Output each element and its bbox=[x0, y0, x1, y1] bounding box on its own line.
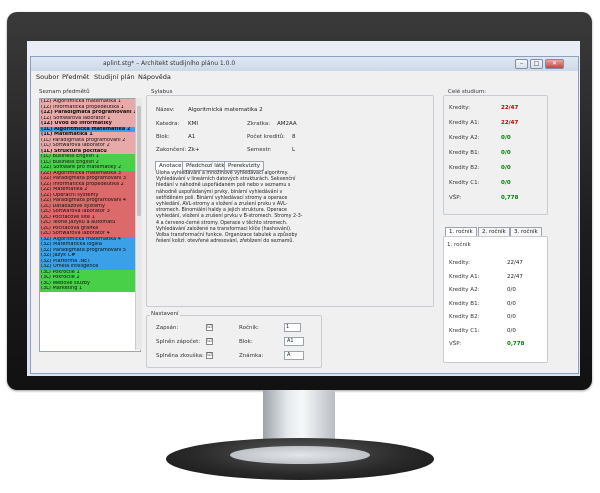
annotation-text: Úloha vyhledávání a množinové vyhledávac… bbox=[156, 171, 303, 245]
department-label: Katedra: bbox=[156, 121, 180, 127]
stat-value: 0,778 bbox=[507, 341, 525, 347]
stat-value: 22/47 bbox=[501, 120, 519, 126]
grade-label: Známka: bbox=[239, 353, 264, 359]
maximize-button[interactable]: □ bbox=[530, 59, 543, 69]
monitor-bezel: aplint.stg* – Architekt studijního plánu… bbox=[7, 12, 592, 390]
window-title: aplint.stg* – Architekt studijního plánu… bbox=[103, 60, 236, 67]
stat-label: Kredity A1: bbox=[449, 120, 480, 126]
stat-value: 22/47 bbox=[507, 260, 523, 266]
exam-passed-label: Splněna zkouška: bbox=[156, 353, 204, 359]
credit-passed-checkbox[interactable]: ☑ bbox=[206, 338, 213, 345]
stat-label: Kredity A2: bbox=[449, 135, 480, 141]
completion-label: Zakončení: bbox=[156, 147, 187, 153]
abbreviation-value: AM2AA bbox=[277, 121, 297, 127]
menu-help[interactable]: Nápověda bbox=[138, 73, 171, 81]
stat-value: 0/0 bbox=[507, 287, 516, 293]
stat-value: 0,778 bbox=[501, 195, 519, 201]
whole-study-header: Celé studium: bbox=[447, 89, 488, 95]
block-label: Blok: bbox=[156, 134, 170, 140]
block-select[interactable]: A1 bbox=[284, 337, 304, 346]
monitor-stand-top bbox=[230, 446, 370, 464]
stat-value: 0/0 bbox=[501, 180, 511, 186]
stat-value: 22/47 bbox=[507, 273, 523, 280]
abbreviation-label: Zkratka: bbox=[247, 121, 271, 127]
scrollbar-thumb[interactable] bbox=[137, 106, 141, 216]
stat-label: Kredity B1: bbox=[449, 300, 480, 307]
app-window: aplint.stg* – Architekt studijního plánu… bbox=[30, 56, 579, 374]
credits-count-value: 8 bbox=[292, 134, 296, 140]
minimize-button[interactable]: – bbox=[515, 59, 528, 69]
menu-bar: Soubor Předmět Studijní plán Nápověda bbox=[31, 71, 578, 83]
menu-study-plan[interactable]: Studijní plán bbox=[94, 73, 135, 81]
semester-label: Semestr: bbox=[247, 147, 272, 153]
stat-label: Kredity B2: bbox=[449, 314, 480, 320]
stat-label: Kredity: bbox=[449, 105, 471, 111]
stat-value: 0/0 bbox=[507, 327, 516, 334]
credits-count-label: Počet kreditů: bbox=[247, 134, 286, 140]
stat-value: 0/0 bbox=[501, 165, 511, 171]
close-button[interactable]: ✕ bbox=[545, 59, 564, 69]
stat-value: 0/0 bbox=[507, 300, 516, 307]
syllabus-header: Sylabus bbox=[150, 89, 174, 95]
stat-label: Kredity: bbox=[449, 260, 471, 266]
grade-select[interactable]: A bbox=[284, 351, 304, 360]
stat-value: 0/0 bbox=[507, 314, 516, 320]
stat-label: Kredity B2: bbox=[449, 165, 480, 171]
year-stepper[interactable]: 1 bbox=[284, 323, 301, 332]
block-value: A1 bbox=[188, 134, 196, 140]
stat-label: Kredity C1: bbox=[449, 327, 480, 334]
subject-list-item[interactable]: (3L) Marketing 1 bbox=[40, 286, 140, 292]
subject-list[interactable]: (1Z) Algoritmická matematika 1 (1Z) Infor… bbox=[39, 98, 141, 352]
monitor-screen: aplint.stg* – Architekt studijního plánu… bbox=[27, 41, 580, 376]
credit-passed-label: Splněn zápočet: bbox=[156, 339, 201, 345]
subject-list-scrollbar[interactable] bbox=[135, 98, 142, 350]
year-label: Ročník: bbox=[239, 325, 260, 331]
name-value: Algoritmická matematika 2 bbox=[188, 107, 263, 113]
stat-value: 0/0 bbox=[501, 135, 511, 141]
menu-file[interactable]: Soubor bbox=[36, 73, 59, 81]
completion-value: Zk+ bbox=[188, 147, 200, 153]
enrolled-label: Zapsán: bbox=[156, 325, 179, 331]
stat-label: VŠP: bbox=[449, 195, 462, 201]
title-bar[interactable]: aplint.stg* – Architekt studijního plánu… bbox=[31, 57, 578, 71]
stat-label: VŠP: bbox=[449, 341, 462, 347]
tab-prerequisites[interactable]: Prerekvizity bbox=[224, 161, 265, 171]
stat-label: Kredity C1: bbox=[449, 180, 480, 186]
enrolled-checkbox[interactable]: ☑ bbox=[206, 324, 213, 331]
menu-subject[interactable]: Předmět bbox=[62, 73, 89, 81]
tab-annotation[interactable]: Anotace bbox=[155, 161, 186, 171]
stat-label: Kredity B1: bbox=[449, 150, 480, 156]
year-panel-title: 1. ročník bbox=[447, 242, 471, 248]
subject-list-header: Seznam předmětů bbox=[39, 89, 90, 95]
name-label: Název: bbox=[156, 107, 175, 113]
exam-passed-checkbox[interactable]: ☑ bbox=[206, 352, 213, 359]
semester-value: L bbox=[292, 147, 296, 153]
stat-label: Kredity A2: bbox=[449, 287, 480, 293]
stat-label: Kredity A1: bbox=[449, 273, 480, 280]
settings-block-label: Blok: bbox=[239, 339, 253, 345]
stat-value: 0/0 bbox=[501, 150, 511, 156]
department-value: KMI bbox=[188, 121, 198, 127]
settings-header: Nastavení bbox=[150, 311, 180, 317]
stat-value: 22/47 bbox=[501, 105, 519, 111]
